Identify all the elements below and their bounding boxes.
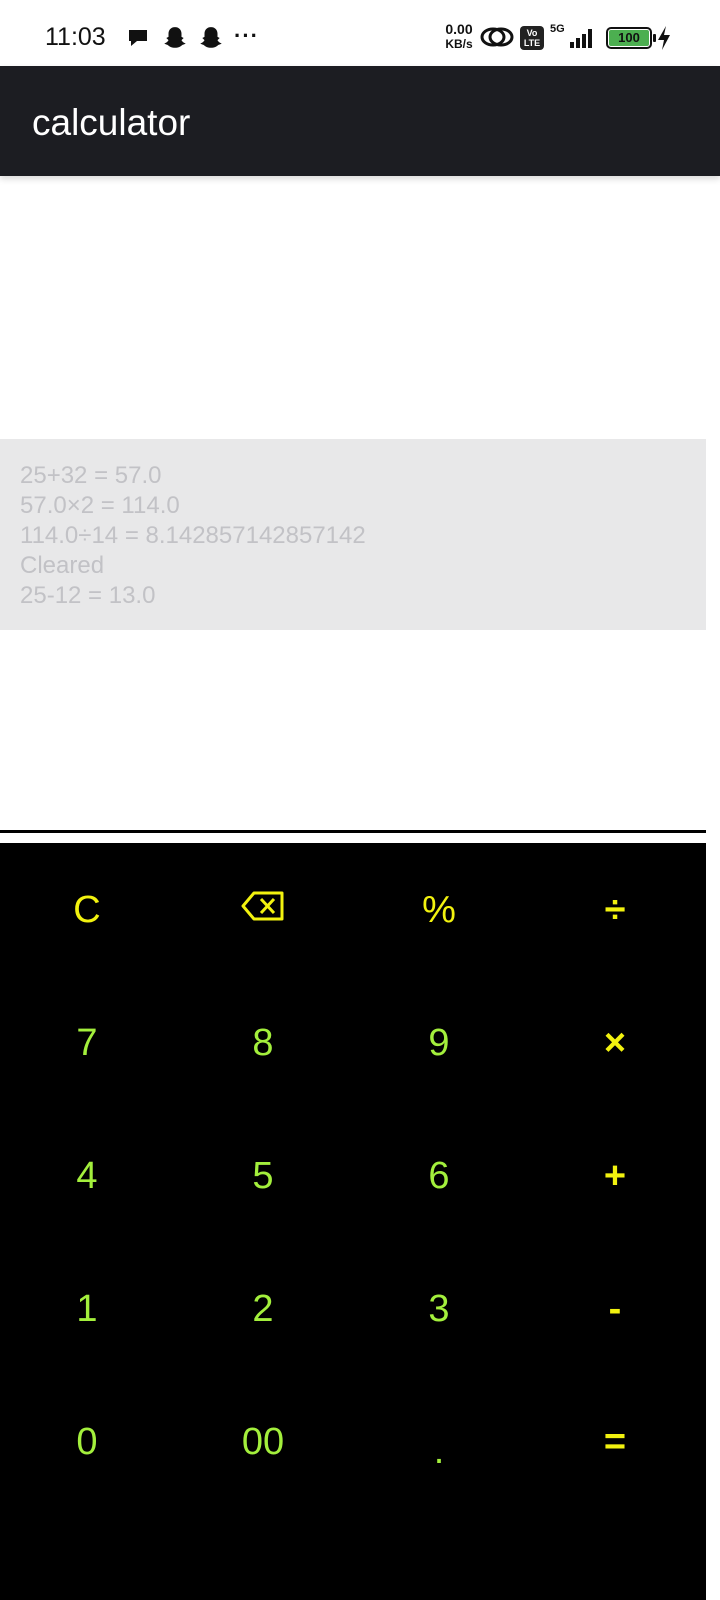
history-entry: Cleared <box>20 552 105 579</box>
link-icon <box>480 22 514 52</box>
digit-8-button[interactable]: 8 <box>198 998 328 1088</box>
calculator-screen: 11:03 ··· 0.00 KB/s Vo LTE 5G 100 calcul… <box>0 0 720 1600</box>
percent-button[interactable]: % <box>374 865 504 955</box>
app-bar: calculator <box>0 66 720 176</box>
decimal-point-button[interactable]: . <box>374 1397 504 1487</box>
digit-3-button[interactable]: 3 <box>374 1264 504 1354</box>
signal-strength-icon <box>556 26 598 50</box>
battery-level: 100 <box>609 30 649 46</box>
history-entry: 25-12 = 13.0 <box>20 582 156 609</box>
double-zero-button[interactable]: 00 <box>198 1397 328 1487</box>
keypad: C % ÷ 7 8 9 × 4 5 6 + 1 2 3 - 0 00 . = <box>0 843 706 1600</box>
clear-button[interactable]: C <box>22 865 152 955</box>
status-time: 11:03 <box>45 23 106 51</box>
network-speed-value: 0.00 <box>445 21 473 37</box>
history-entry: 57.0×2 = 114.0 <box>20 492 180 519</box>
history-panel: 25+32 = 57.0 57.0×2 = 114.0 114.0÷14 = 8… <box>0 439 706 630</box>
status-bar: 11:03 ··· 0.00 KB/s Vo LTE 5G 100 <box>0 0 720 66</box>
charging-icon <box>656 25 672 51</box>
chat-bubble-icon <box>126 25 152 51</box>
equals-button[interactable]: = <box>550 1397 680 1487</box>
snapchat-ghost-icon <box>162 25 188 51</box>
history-entry: 25+32 = 57.0 <box>20 462 162 489</box>
battery-icon: 100 <box>606 27 656 49</box>
divide-button[interactable]: ÷ <box>550 865 680 955</box>
minus-button[interactable]: - <box>550 1264 680 1354</box>
digit-4-button[interactable]: 4 <box>22 1131 152 1221</box>
digit-5-button[interactable]: 5 <box>198 1131 328 1221</box>
backspace-button[interactable] <box>198 865 328 955</box>
digit-7-button[interactable]: 7 <box>22 998 152 1088</box>
snapchat-ghost-icon <box>198 25 224 51</box>
backspace-icon <box>241 889 285 932</box>
app-title: calculator <box>32 102 191 143</box>
digit-2-button[interactable]: 2 <box>198 1264 328 1354</box>
network-speed: 0.00 KB/s <box>442 22 476 52</box>
digit-0-button[interactable]: 0 <box>22 1397 152 1487</box>
multiply-button[interactable]: × <box>550 998 680 1088</box>
history-entry: 114.0÷14 = 8.142857142857142 <box>20 522 366 549</box>
digit-1-button[interactable]: 1 <box>22 1264 152 1354</box>
digit-9-button[interactable]: 9 <box>374 998 504 1088</box>
network-speed-unit: KB/s <box>445 37 473 51</box>
digit-6-button[interactable]: 6 <box>374 1131 504 1221</box>
notification-icons: ··· <box>126 25 259 51</box>
plus-button[interactable]: + <box>550 1131 680 1221</box>
more-notifications-icon: ··· <box>234 23 259 48</box>
volte-icon: Vo LTE <box>520 26 544 50</box>
keypad-divider <box>0 830 706 833</box>
